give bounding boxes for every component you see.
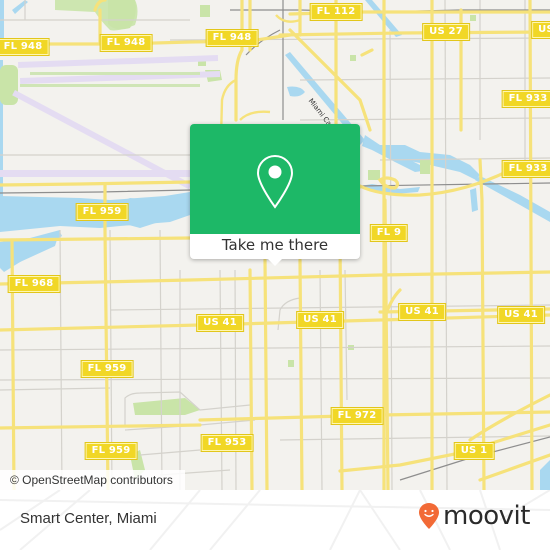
route-shield-fl933: FL 933 — [501, 90, 550, 108]
route-shield-us27: US 27 — [422, 23, 470, 41]
route-shield-fl959: FL 959 — [75, 203, 129, 221]
route-shield-fl953: FL 953 — [200, 434, 254, 452]
map-pin-icon — [256, 154, 294, 209]
footer-bar: Smart Center, Miami moovit — [0, 490, 550, 550]
route-shield-us41: US 41 — [497, 306, 545, 324]
route-shield-fl112: FL 112 — [309, 3, 363, 21]
map-attribution[interactable]: © OpenStreetMap contributors — [0, 470, 185, 490]
route-shield-fl948: FL 948 — [205, 29, 259, 47]
popup-pointer — [268, 259, 282, 266]
route-shield-us1: US 1 — [453, 442, 495, 460]
route-shield-fl972: FL 972 — [330, 407, 384, 425]
route-shield-fl9: FL 9 — [369, 224, 409, 242]
route-shield-fl968: FL 968 — [7, 275, 61, 293]
place-name: Smart Center, Miami — [20, 510, 157, 527]
moovit-smiley-pin-icon — [419, 503, 439, 529]
route-shield-fl959: FL 959 — [80, 360, 134, 378]
airport-runways — [0, 55, 221, 190]
route-shield-fl948: FL 948 — [99, 34, 153, 52]
route-shield-us41: US 41 — [398, 303, 446, 321]
route-shield-fl959: FL 959 — [84, 442, 138, 460]
brand-name: moovit — [443, 501, 530, 531]
route-shield-fl933: FL 933 — [501, 160, 550, 178]
route-shield-us27: US 27 — [531, 21, 550, 39]
take-me-there-button[interactable]: Take me there — [190, 234, 360, 259]
route-shield-us41: US 41 — [296, 311, 344, 329]
popup-header[interactable] — [190, 124, 360, 234]
route-shield-us41: US 41 — [196, 314, 244, 332]
moovit-logo[interactable]: moovit — [418, 501, 530, 531]
route-shield-fl948: FL 948 — [0, 38, 50, 56]
map-view[interactable]: Miami Canal FL 948 FL 948 FL 948 FL 112 … — [0, 0, 550, 490]
location-popup: Take me there — [190, 124, 360, 266]
